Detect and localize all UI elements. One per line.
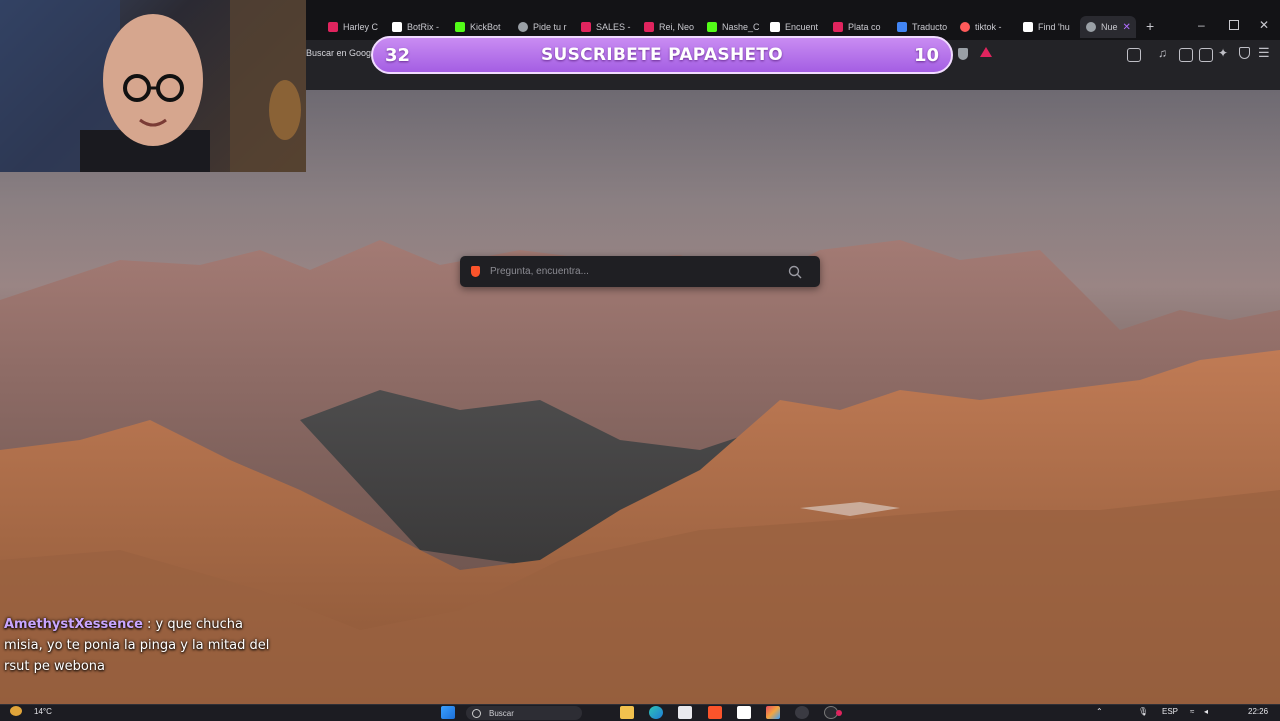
tab-favicon-icon <box>770 22 780 32</box>
tab-favicon-icon <box>1023 22 1033 32</box>
wallet-icon[interactable] <box>1199 48 1213 62</box>
windows-taskbar <box>0 704 1280 721</box>
search-icon <box>472 708 481 718</box>
mountain-landscape-image <box>0 240 1280 704</box>
windows-start-icon[interactable] <box>441 706 455 719</box>
browser-tab[interactable]: Find 'hu <box>1023 16 1075 38</box>
weather-icon[interactable] <box>10 706 22 716</box>
browser-tab[interactable]: Traducto <box>897 16 949 38</box>
address-bar-text[interactable]: Buscar en Goog <box>306 48 371 58</box>
browser-tab[interactable]: Encuent <box>770 16 822 38</box>
brave-lion-icon <box>471 266 480 277</box>
new-tab-plus-icon[interactable]: + <box>1146 18 1154 34</box>
app-icon[interactable] <box>795 706 809 719</box>
screenshot-icon[interactable] <box>1127 48 1141 62</box>
search-icon[interactable] <box>788 265 802 279</box>
chat-message-overlay: AmethystXessence : y que chucha misia, y… <box>4 614 274 677</box>
tab-favicon-icon <box>644 22 654 32</box>
close-icon[interactable]: ✕ <box>1123 22 1131 33</box>
media-music-icon[interactable]: ♫ <box>1158 46 1167 60</box>
clock-time[interactable]: 22:26 <box>1248 707 1268 716</box>
volume-icon[interactable]: ◂ <box>1204 707 1208 716</box>
notification-dot <box>836 710 842 716</box>
webcam-overlay <box>0 0 306 172</box>
banner-text: SUSCRIBETE PAPASHETO <box>540 45 784 65</box>
vpn-shield-icon[interactable] <box>1239 47 1250 59</box>
taskbar-search-box[interactable]: Buscar <box>466 706 582 720</box>
tab-favicon-icon <box>328 22 338 32</box>
browser-tab[interactable]: Pide tu r <box>518 16 570 38</box>
tab-favicon-icon <box>707 22 717 32</box>
browser-tab[interactable]: KickBot <box>455 16 507 38</box>
browser-tab[interactable]: tiktok - <box>960 16 1012 38</box>
tab-favicon-icon <box>518 22 528 32</box>
tab-favicon-icon <box>392 22 402 32</box>
menu-hamburger-icon[interactable]: ☰ <box>1258 45 1270 61</box>
brave-browser-icon[interactable] <box>708 706 722 719</box>
browser-tab-active[interactable]: Nue ✕ <box>1080 16 1136 38</box>
tab-favicon-icon <box>455 22 465 32</box>
brave-shields-icon[interactable] <box>958 48 968 60</box>
banner-right-count: 10 <box>913 44 939 66</box>
browser-tab[interactable]: Harley C <box>328 16 380 38</box>
leo-ai-icon[interactable]: ✦ <box>1218 46 1228 60</box>
chevron-up-icon[interactable]: ⌃ <box>1096 707 1103 716</box>
chat-username: AmethystXessence <box>4 617 143 632</box>
browser-tab[interactable]: Nashe_C <box>707 16 759 38</box>
store-icon[interactable] <box>678 706 692 719</box>
banner-left-count: 32 <box>385 44 411 66</box>
tab-favicon-icon <box>833 22 843 32</box>
tab-favicon-icon <box>897 22 907 32</box>
browser-tab[interactable]: BotRix - <box>392 16 444 38</box>
new-tab-wallpaper <box>0 90 1280 704</box>
browser-tab[interactable]: Plata co <box>833 16 885 38</box>
browser-tab[interactable]: SALES - <box>581 16 633 38</box>
app-icon[interactable] <box>766 706 780 719</box>
tab-favicon-icon <box>960 22 970 32</box>
subscribe-banner: 32 SUSCRIBETE PAPASHETO 10 <box>371 36 953 74</box>
minimize-window-icon[interactable]: – <box>1198 18 1205 32</box>
brave-rewards-icon[interactable] <box>980 47 992 57</box>
browser-tab[interactable]: Rei, Neo <box>644 16 696 38</box>
file-explorer-icon[interactable] <box>620 706 634 719</box>
streamer-webcam-image <box>0 0 306 172</box>
brave-shield-icon <box>1086 22 1096 32</box>
microphone-icon[interactable]: 🎙 <box>1138 707 1148 716</box>
edge-browser-icon[interactable] <box>649 706 663 719</box>
language-indicator[interactable]: ESP <box>1162 707 1178 716</box>
sidebar-toggle-icon[interactable] <box>1179 48 1193 62</box>
search-input[interactable] <box>488 265 782 278</box>
weather-temperature: 14°C <box>34 707 52 716</box>
app-icon[interactable] <box>737 706 751 719</box>
close-window-icon[interactable]: ✕ <box>1259 18 1269 32</box>
tab-favicon-icon <box>581 22 591 32</box>
new-tab-search-box <box>460 256 820 287</box>
restore-window-icon[interactable] <box>1229 20 1239 30</box>
wifi-icon[interactable]: ≈ <box>1190 707 1194 716</box>
